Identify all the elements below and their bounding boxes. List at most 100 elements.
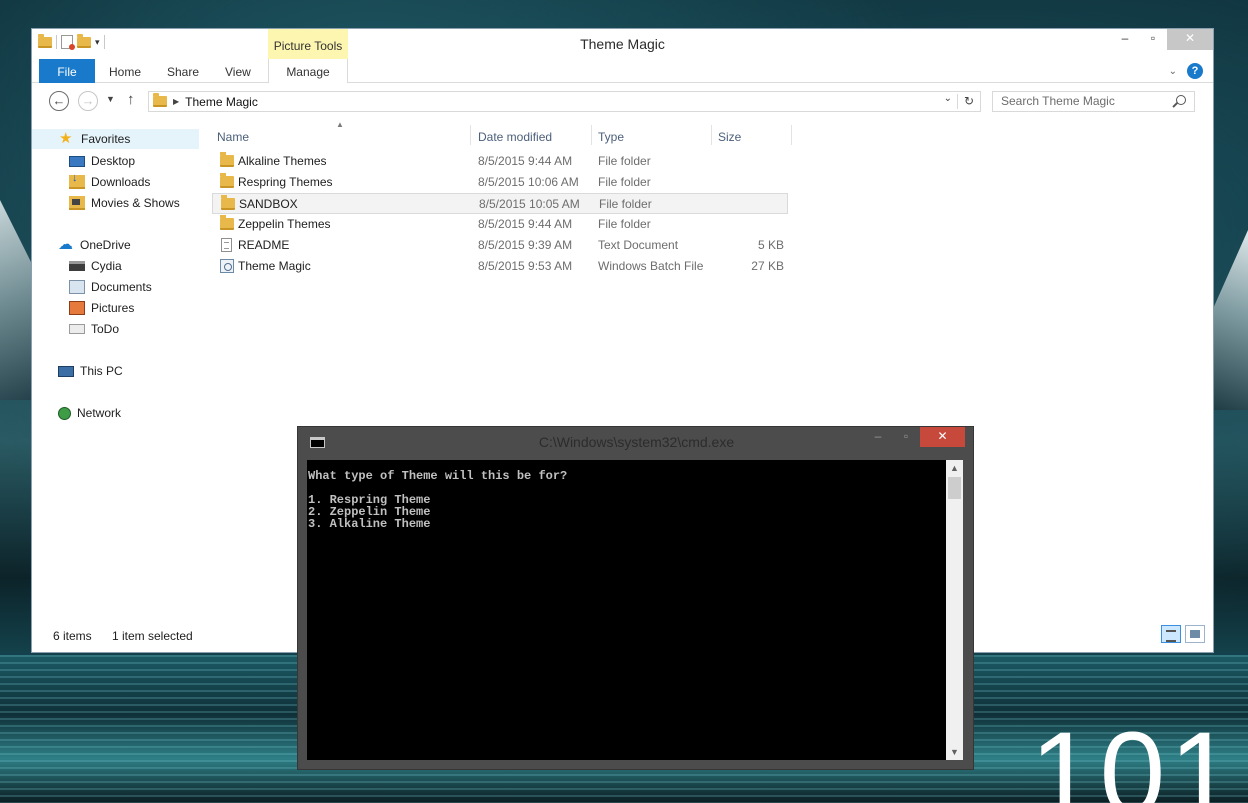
nav-todo[interactable]: ToDo: [32, 319, 199, 339]
nav-item-label: Cydia: [91, 259, 122, 273]
recent-locations-dropdown-icon[interactable]: ▼: [106, 94, 115, 104]
large-icons-view-icon[interactable]: [1185, 625, 1205, 643]
file-size: 27 KB: [751, 259, 784, 273]
view-toggle: [1161, 625, 1205, 643]
column-separator[interactable]: [470, 125, 471, 145]
cmd-titlebar[interactable]: C:\Windows\system32\cmd.exe – ▫ ✕: [298, 427, 973, 458]
tab-file[interactable]: File: [39, 59, 95, 83]
nav-movies-shows[interactable]: Movies & Shows: [32, 193, 199, 213]
movies-folder-icon: [69, 196, 85, 210]
breadcrumb-arrow-icon[interactable]: ▶: [173, 97, 179, 106]
nav-item-label: OneDrive: [80, 238, 131, 252]
search-placeholder: Search Theme Magic: [1001, 94, 1115, 108]
tab-manage[interactable]: Manage: [268, 59, 348, 83]
nav-item-label: Favorites: [81, 132, 131, 146]
file-type: Windows Batch File: [598, 259, 704, 273]
back-button[interactable]: ←: [49, 91, 69, 111]
nav-pictures[interactable]: Pictures: [32, 298, 199, 318]
nav-item-label: ToDo: [91, 322, 120, 336]
star-icon: ★: [59, 130, 73, 147]
address-bar[interactable]: ▶ Theme Magic ⌄ ↻: [148, 91, 981, 112]
column-header-size[interactable]: Size: [718, 125, 741, 149]
new-folder-icon[interactable]: [77, 33, 91, 48]
file-row[interactable]: Alkaline Themes 8/5/2015 9:44 AM File fo…: [212, 151, 788, 172]
file-row-selected[interactable]: SANDBOX 8/5/2015 10:05 AM File folder: [212, 193, 788, 214]
scroll-down-arrow-icon[interactable]: ▼: [946, 744, 963, 760]
file-row[interactable]: README 8/5/2015 9:39 AM Text Document 5 …: [212, 235, 788, 256]
file-type: File folder: [598, 217, 651, 231]
help-icon[interactable]: ?: [1187, 63, 1203, 79]
picture-tools-context-label: Picture Tools: [268, 29, 348, 59]
batch-file-icon: [220, 259, 234, 273]
tab-home[interactable]: Home: [109, 59, 141, 83]
file-type: Text Document: [598, 238, 679, 252]
column-separator[interactable]: [591, 125, 592, 145]
address-path[interactable]: Theme Magic: [185, 95, 258, 109]
nav-network[interactable]: Network: [32, 403, 199, 423]
folder-icon: [221, 195, 235, 210]
nav-item-label: Movies & Shows: [91, 196, 180, 210]
column-separator[interactable]: [711, 125, 712, 145]
file-row[interactable]: Zeppelin Themes 8/5/2015 9:44 AM File fo…: [212, 214, 788, 235]
cmd-maximize-button[interactable]: ▫: [892, 427, 920, 447]
folder-icon: [153, 93, 167, 107]
explorer-titlebar[interactable]: ▾ Picture Tools Theme Magic – ▫ ✕: [32, 29, 1213, 59]
desktop-wallpaper-mountain-right: [1212, 230, 1248, 410]
column-header-name[interactable]: Name: [217, 125, 249, 149]
text-file-icon: [221, 238, 232, 252]
file-row[interactable]: Respring Themes 8/5/2015 10:06 AM File f…: [212, 172, 788, 193]
search-icon[interactable]: [1176, 95, 1186, 105]
folder-icon: [220, 152, 234, 167]
file-name: Alkaline Themes: [238, 154, 327, 168]
computer-icon: [58, 365, 74, 377]
file-name: README: [238, 238, 290, 252]
nav-documents[interactable]: Documents: [32, 277, 199, 297]
scroll-thumb[interactable]: [948, 477, 961, 499]
tab-share[interactable]: Share: [167, 59, 199, 83]
navigation-bar: ← → ▼ ↑ ▶ Theme Magic ⌄ ↻ Search Theme M…: [32, 89, 1213, 113]
search-input[interactable]: Search Theme Magic: [992, 91, 1195, 112]
column-header-date[interactable]: Date modified: [478, 125, 552, 149]
cmd-scrollbar[interactable]: ▲ ▼: [946, 460, 963, 760]
toolbar-separator: [103, 35, 105, 49]
nav-favorites[interactable]: ★ Favorites: [32, 129, 199, 149]
cmd-close-button[interactable]: ✕: [920, 427, 965, 447]
maximize-button[interactable]: ▫: [1139, 29, 1167, 50]
up-button[interactable]: ↑: [127, 91, 135, 108]
address-separator: [957, 94, 958, 109]
file-row[interactable]: Theme Magic 8/5/2015 9:53 AM Windows Bat…: [212, 256, 788, 277]
forward-button[interactable]: →: [78, 91, 98, 111]
nav-cydia[interactable]: Cydia: [32, 256, 199, 276]
file-date: 8/5/2015 9:39 AM: [478, 238, 573, 252]
nav-item-label: Desktop: [91, 154, 136, 168]
refresh-icon[interactable]: ↻: [964, 94, 974, 108]
nav-downloads[interactable]: Downloads: [32, 172, 199, 192]
column-separator[interactable]: [791, 125, 792, 145]
properties-icon[interactable]: [61, 35, 75, 50]
item-count: 6 items: [53, 629, 92, 643]
cmd-minimize-button[interactable]: –: [864, 427, 892, 447]
tab-view[interactable]: View: [225, 59, 251, 83]
quick-access-toolbar: ▾: [38, 33, 105, 50]
expand-ribbon-chevron-icon[interactable]: ⌄: [1169, 66, 1177, 77]
cmd-window: C:\Windows\system32\cmd.exe – ▫ ✕ What t…: [297, 426, 974, 770]
close-button[interactable]: ✕: [1167, 29, 1213, 50]
address-dropdown-icon[interactable]: ⌄: [944, 93, 952, 104]
column-header-type[interactable]: Type: [598, 125, 624, 149]
customize-toolbar-dropdown-icon[interactable]: ▾: [95, 37, 100, 48]
console-line: What type of Theme will this be for?: [308, 469, 568, 483]
details-view-icon[interactable]: [1161, 625, 1181, 643]
folder-icon[interactable]: [38, 33, 52, 48]
minimize-button[interactable]: –: [1111, 29, 1139, 50]
cmd-console-output[interactable]: What type of Theme will this be for? 1. R…: [307, 460, 946, 760]
folder-icon: [220, 173, 234, 188]
window-controls: – ▫ ✕: [1111, 29, 1213, 50]
network-icon: [58, 406, 71, 420]
nav-onedrive[interactable]: ☁ OneDrive: [32, 235, 199, 255]
nav-desktop[interactable]: Desktop: [32, 151, 199, 171]
scroll-up-arrow-icon[interactable]: ▲: [946, 460, 963, 476]
nav-this-pc[interactable]: This PC: [32, 361, 199, 381]
selection-count: 1 item selected: [112, 629, 193, 643]
desktop-icon: [69, 155, 85, 167]
console-line: 3. Alkaline Theme: [308, 517, 431, 531]
